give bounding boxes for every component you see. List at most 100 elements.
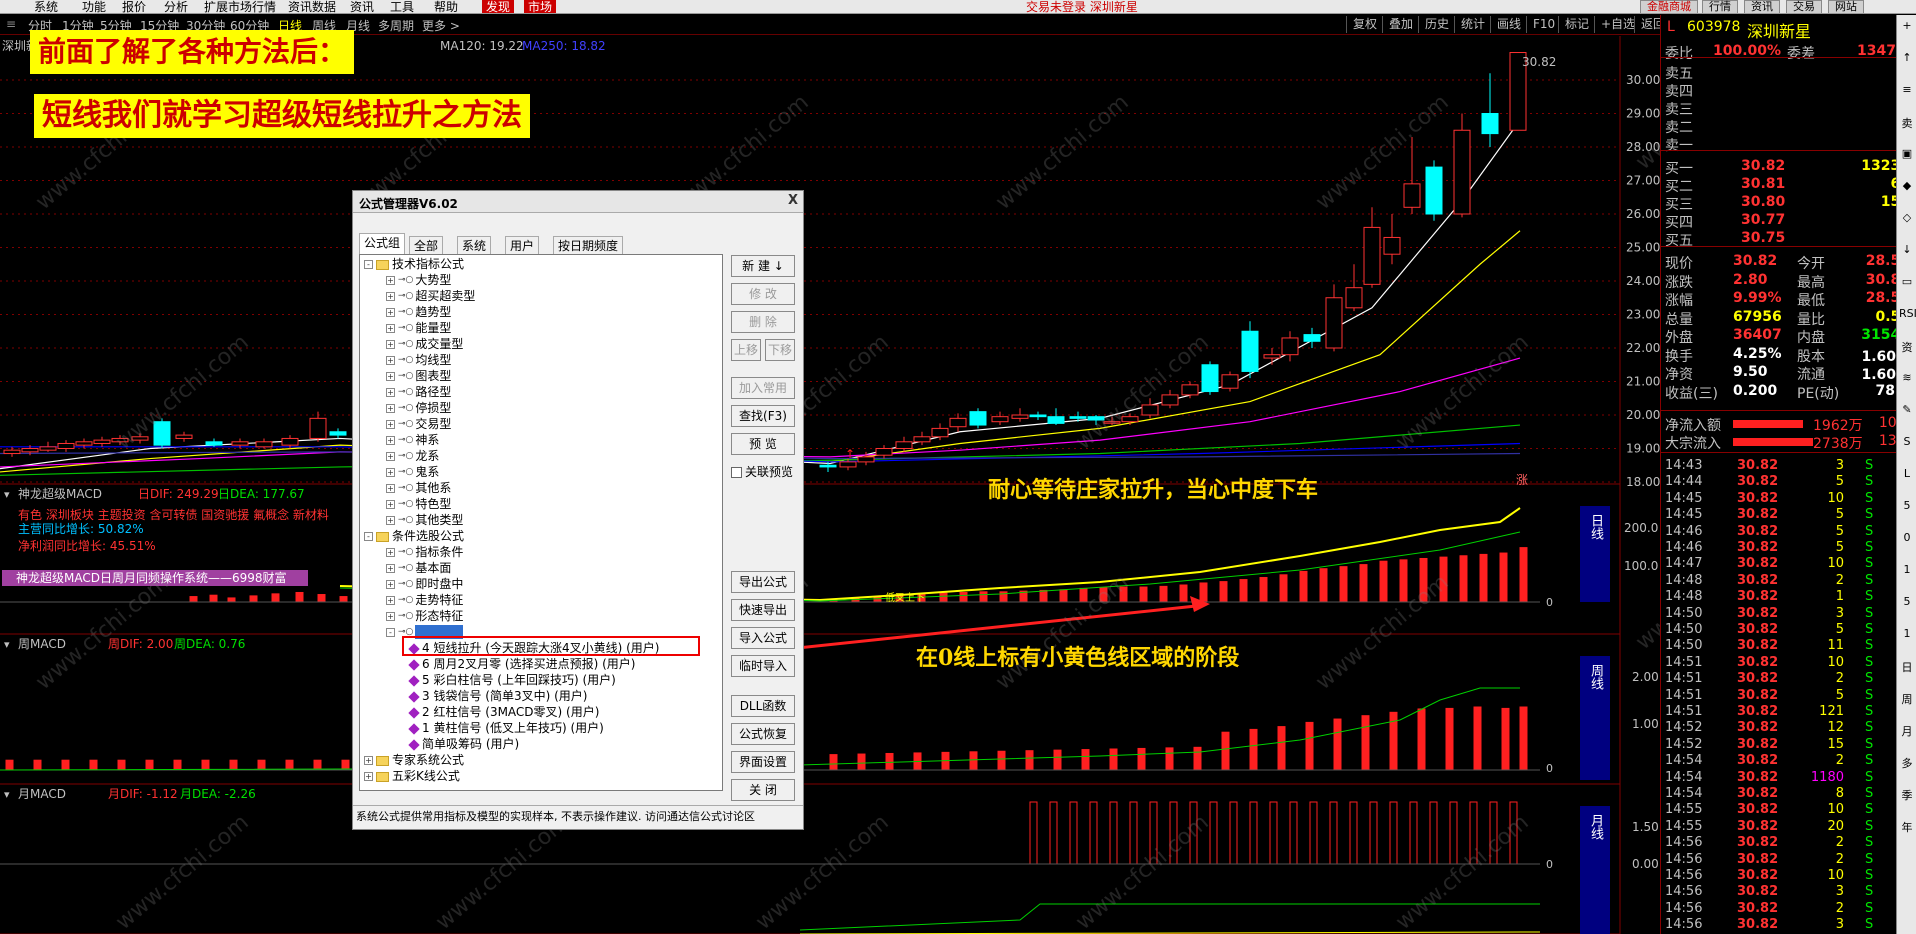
candle-body[interactable]	[1281, 337, 1299, 356]
candle-body[interactable]	[931, 427, 949, 438]
tool-lishi[interactable]: 历史	[1418, 16, 1455, 33]
candle-body[interactable]	[857, 456, 875, 463]
delete-button[interactable]: 删 除	[731, 311, 795, 333]
new-button[interactable]: 新 建 ↓	[731, 255, 795, 277]
expand-icon[interactable]: +	[386, 500, 395, 509]
collapse-icon[interactable]: -	[364, 260, 373, 269]
tab-by-date[interactable]: 按日期频度	[553, 236, 624, 254]
expand-icon[interactable]: +	[386, 404, 395, 413]
expand-icon[interactable]: +	[386, 468, 395, 477]
candle-body[interactable]	[991, 416, 1009, 423]
btn-website[interactable]: 网站	[1828, 0, 1864, 13]
candle-body[interactable]	[3, 449, 21, 455]
menu-analysis[interactable]: 分析	[164, 0, 188, 13]
btn-mall[interactable]: 金融商城	[1640, 0, 1698, 13]
tree-node[interactable]: + ⊸○ 神系	[386, 433, 439, 448]
add-common-button[interactable]: 加入常用	[731, 377, 795, 399]
candle-body[interactable]	[1425, 166, 1443, 215]
expand-icon[interactable]: +	[386, 612, 395, 621]
sidebar-tool-icon[interactable]: +	[1899, 19, 1915, 32]
candle-body[interactable]	[1181, 384, 1199, 396]
sidebar-tool-icon[interactable]: 周	[1899, 691, 1915, 707]
candle-body[interactable]	[1453, 129, 1471, 215]
sidebar-tool-icon[interactable]: 月	[1899, 723, 1915, 739]
tree-node[interactable]: + ⊸○ 路径型	[386, 385, 451, 400]
close-button[interactable]: 关 闭	[731, 779, 795, 801]
quick-export-button[interactable]: 快速导出	[731, 599, 795, 621]
tree-node[interactable]: 6 周月2叉月零 (选择买进点预报) (用户)	[408, 657, 635, 672]
candle-body[interactable]	[1325, 297, 1343, 349]
tool-biaoji[interactable]: 标记	[1558, 16, 1595, 33]
expand-icon[interactable]: +	[386, 292, 395, 301]
menu-info[interactable]: 资讯	[350, 0, 374, 13]
kline-chart[interactable]: 30.0029.0028.0027.0026.0025.0024.0023.00…	[0, 36, 1660, 934]
tree-node[interactable]: + ⊸○ 即时盘中	[386, 577, 463, 592]
expand-icon[interactable]: +	[386, 596, 395, 605]
candle-body[interactable]	[1263, 354, 1281, 359]
checkbox-box[interactable]	[731, 467, 742, 478]
candle-body[interactable]	[75, 441, 93, 446]
expand-icon[interactable]: +	[386, 276, 395, 285]
candle-body[interactable]	[93, 439, 111, 444]
expand-icon[interactable]: +	[386, 372, 395, 381]
sidebar-tool-icon[interactable]: ≋	[1899, 371, 1915, 384]
tree-node[interactable]: + ⊸○ 特色型	[386, 497, 451, 512]
candle-body[interactable]	[875, 448, 893, 456]
sidebar-tool-icon[interactable]: ◇	[1899, 211, 1915, 224]
dialog-titlebar[interactable]: 公式管理器V6.02 X	[353, 191, 803, 213]
candle-body[interactable]	[1201, 364, 1219, 393]
tree-node[interactable]: + ⊸○ 形态特征	[386, 609, 463, 624]
btn-jiaoyi[interactable]: 交易	[1786, 0, 1822, 13]
sidebar-tool-icon[interactable]: 日	[1899, 659, 1915, 675]
sidebar-tool-icon[interactable]: ▣	[1899, 147, 1915, 160]
expand-icon[interactable]: +	[386, 516, 395, 525]
candle-body[interactable]	[913, 436, 931, 443]
expand-icon[interactable]: +	[386, 324, 395, 333]
sidebar-tool-icon[interactable]: 1	[1899, 627, 1915, 640]
tree-node[interactable]: + ⊸○ 指标条件	[386, 545, 463, 560]
candle-body[interactable]	[1403, 183, 1421, 208]
tree-node[interactable]: + ⊸○ 交易型	[386, 417, 451, 432]
tree-node[interactable]: + ⊸○ 走势特征	[386, 593, 463, 608]
menu-info-data[interactable]: 资讯数据	[288, 0, 336, 13]
panel2-name[interactable]: 周MACD	[18, 637, 66, 651]
tree-node[interactable]: + ⊸○ 停损型	[386, 401, 451, 416]
move-down-button[interactable]: 下移	[765, 339, 795, 361]
candle-body[interactable]	[949, 417, 967, 428]
candle-body[interactable]	[1069, 416, 1087, 419]
expand-icon[interactable]: +	[386, 580, 395, 589]
tool-f10[interactable]: F10	[1526, 16, 1561, 33]
sidebar-tool-icon[interactable]: 卖	[1899, 115, 1915, 131]
move-up-button[interactable]: 上移	[731, 339, 761, 361]
candle-body[interactable]	[39, 446, 57, 451]
tree-node[interactable]: + ⊸○ 鬼系	[386, 465, 439, 480]
side-label-week[interactable]: 周线	[1580, 656, 1610, 780]
tree-node[interactable]: + ⊸○ 其他系	[386, 481, 451, 496]
candle-body[interactable]	[1161, 394, 1179, 406]
btn-zixun[interactable]: 资讯	[1744, 0, 1780, 13]
candle-body[interactable]	[1221, 374, 1239, 389]
sidebar-tool-icon[interactable]: 5	[1899, 499, 1915, 512]
tree-node[interactable]: + ⊸○ 能量型	[386, 321, 451, 336]
link-preview-checkbox[interactable]: 关联预览	[731, 463, 793, 480]
tree-node[interactable]: + 专家系统公式	[364, 753, 464, 768]
tree-node[interactable]: - 条件选股公式	[364, 529, 464, 544]
expand-icon[interactable]: +	[386, 388, 395, 397]
sidebar-tool-icon[interactable]: 季	[1899, 787, 1915, 803]
menu-system[interactable]: 系统	[34, 0, 58, 13]
tree-node[interactable]: + ⊸○ 均线型	[386, 353, 451, 368]
tool-fuquan[interactable]: 复权	[1346, 16, 1383, 33]
tree-node[interactable]: 1 黄柱信号 (低叉上年技巧) (用户)	[408, 721, 604, 736]
sidebar-tool-icon[interactable]: 多	[1899, 755, 1915, 771]
import-button[interactable]: 导入公式	[731, 627, 795, 649]
tree-node[interactable]: 2 红柱信号 (3MACD零叉) (用户)	[408, 705, 599, 720]
candle-body[interactable]	[309, 417, 327, 439]
sidebar-tool-icon[interactable]: ≡	[1899, 83, 1915, 96]
expand-icon[interactable]: +	[386, 564, 395, 573]
candle-body[interactable]	[839, 461, 857, 468]
candle-body[interactable]	[1047, 416, 1065, 424]
tree-node[interactable]: + ⊸○ 成交量型	[386, 337, 463, 352]
sidebar-tool-icon[interactable]: ↑	[1899, 51, 1915, 64]
tab-user[interactable]: 用户	[505, 236, 540, 254]
expand-icon[interactable]: +	[386, 452, 395, 461]
